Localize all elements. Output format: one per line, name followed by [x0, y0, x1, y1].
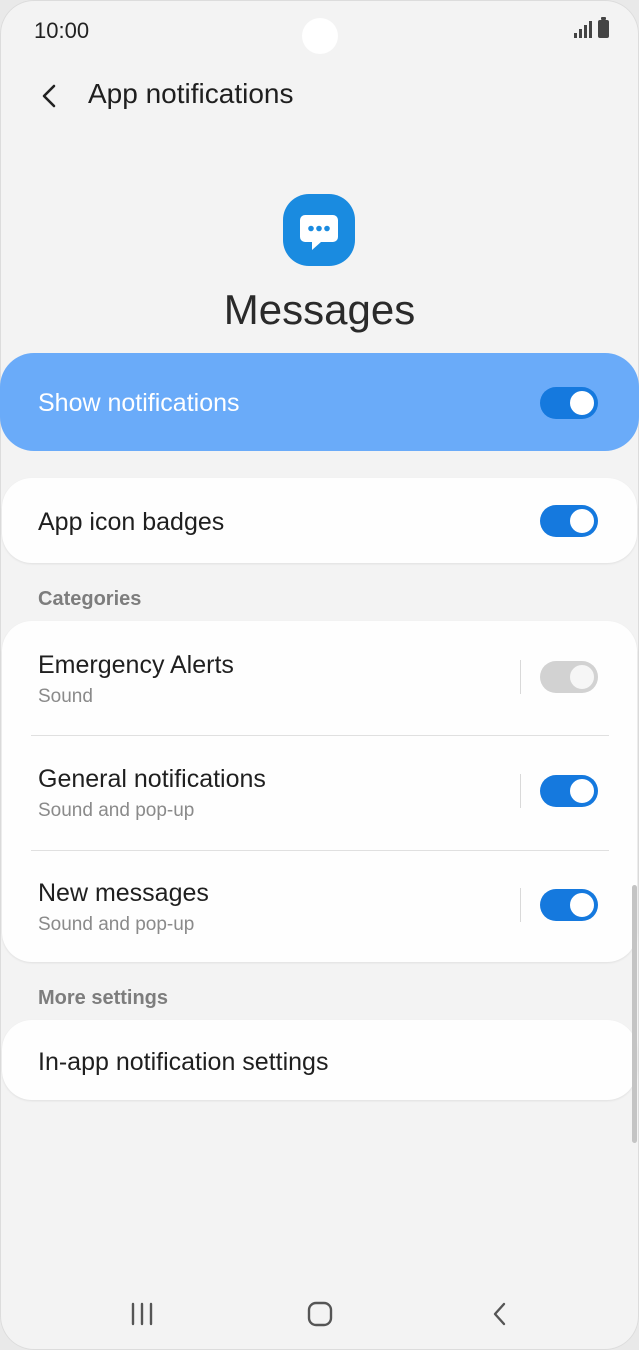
- home-icon: [307, 1301, 333, 1327]
- category-row-general-notifications[interactable]: General notifications Sound and pop-up: [2, 736, 637, 850]
- category-title: General notifications: [38, 765, 266, 793]
- scrollbar[interactable]: [632, 885, 637, 1143]
- show-notifications-switch[interactable]: [540, 387, 598, 419]
- chevron-left-icon: [42, 84, 56, 108]
- row-divider: [520, 774, 521, 808]
- page-title: App notifications: [88, 78, 294, 109]
- category-subtitle: Sound and pop-up: [38, 914, 195, 935]
- app-icon-badges-switch[interactable]: [540, 505, 598, 537]
- category-row-new-messages[interactable]: New messages Sound and pop-up: [2, 851, 637, 962]
- back-button[interactable]: [30, 76, 70, 116]
- signal-icon: [574, 20, 592, 38]
- general-notifications-switch[interactable]: [540, 775, 598, 807]
- category-subtitle: Sound: [38, 686, 93, 707]
- new-messages-switch[interactable]: [540, 889, 598, 921]
- app-name: Messages: [223, 286, 416, 333]
- app-bar: App notifications: [0, 70, 639, 122]
- show-notifications-label: Show notifications: [38, 389, 240, 417]
- status-time: 10:00: [34, 18, 90, 43]
- messages-app-icon: [283, 194, 355, 266]
- switch-knob: [568, 389, 596, 417]
- category-title: Emergency Alerts: [38, 651, 234, 679]
- recent-apps-icon: [131, 1302, 153, 1326]
- switch-knob: [568, 777, 596, 805]
- more-settings-header: More settings: [38, 987, 169, 1009]
- categories-header: Categories: [38, 588, 142, 610]
- recent-apps-button[interactable]: [120, 1292, 164, 1336]
- row-divider: [520, 660, 521, 694]
- category-subtitle: Sound and pop-up: [38, 800, 195, 821]
- row-divider: [520, 888, 521, 922]
- app-icon-badges-label: App icon badges: [38, 508, 225, 536]
- front-camera-cutout: [302, 18, 338, 54]
- category-title: New messages: [38, 879, 209, 907]
- navigation-bar: [0, 1280, 639, 1346]
- home-button[interactable]: [298, 1292, 342, 1336]
- in-app-notification-settings-row[interactable]: In-app notification settings: [2, 1020, 637, 1100]
- phone-screen: 10:00 App notifications Messages Show no…: [0, 0, 639, 1350]
- in-app-notification-settings-label: In-app notification settings: [38, 1048, 329, 1076]
- category-row-emergency-alerts[interactable]: Emergency Alerts Sound: [2, 621, 637, 735]
- emergency-alerts-switch[interactable]: [540, 661, 598, 693]
- show-notifications-row[interactable]: Show notifications: [0, 353, 639, 451]
- switch-knob: [568, 891, 596, 919]
- back-nav-button[interactable]: [478, 1292, 522, 1336]
- status-bar: 10:00: [0, 0, 639, 60]
- app-icon-badges-row[interactable]: App icon badges: [2, 478, 637, 563]
- battery-icon: [598, 17, 609, 38]
- status-icons: [574, 17, 609, 38]
- categories-list: Emergency Alerts Sound General notificat…: [2, 621, 637, 962]
- switch-knob: [568, 507, 596, 535]
- back-icon: [493, 1302, 506, 1326]
- switch-knob: [568, 663, 596, 691]
